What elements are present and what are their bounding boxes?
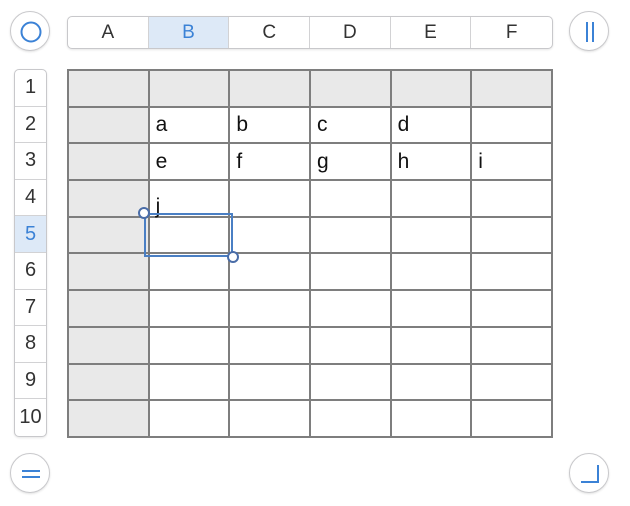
equals-icon — [22, 470, 40, 478]
cell-b1[interactable] — [147, 69, 231, 108]
cell-f1[interactable] — [470, 69, 553, 108]
table-row: a b c d — [67, 105, 553, 145]
column-header-a[interactable]: A — [68, 17, 149, 48]
row-header-8[interactable]: 8 — [15, 326, 46, 363]
row-header-2[interactable]: 2 — [15, 107, 46, 144]
table-row: e f g h i — [67, 142, 553, 182]
column-header-f[interactable]: F — [471, 17, 552, 48]
cell-a3[interactable] — [67, 142, 150, 182]
cell-b3[interactable]: e — [147, 142, 231, 182]
cell-d10[interactable] — [308, 399, 392, 438]
table-row — [67, 325, 553, 365]
cell-e9[interactable] — [389, 362, 473, 402]
cell-e3[interactable]: h — [389, 142, 473, 182]
cell-f2[interactable] — [470, 105, 553, 145]
row-header-7[interactable]: 7 — [15, 290, 46, 327]
cell-c1[interactable] — [228, 69, 311, 108]
circle-button[interactable] — [10, 11, 50, 51]
cell-d8[interactable] — [308, 325, 392, 365]
cell-selection[interactable] — [144, 213, 233, 257]
row-header-4[interactable]: 4 — [15, 180, 46, 217]
cell-d2[interactable]: c — [308, 105, 392, 145]
cell-f4[interactable] — [470, 179, 553, 218]
cell-a7[interactable] — [67, 289, 150, 328]
pause-button[interactable] — [569, 11, 609, 51]
cell-f6[interactable] — [470, 252, 553, 292]
cell-f8[interactable] — [470, 325, 553, 365]
cell-f9[interactable] — [470, 362, 553, 402]
cell-f5[interactable] — [470, 215, 553, 255]
cell-f7[interactable] — [470, 289, 553, 328]
cell-a2[interactable] — [67, 105, 150, 145]
corner-icon — [581, 465, 599, 483]
cell-c6[interactable] — [228, 252, 311, 292]
cell-a4[interactable] — [67, 179, 150, 218]
cell-a9[interactable] — [67, 362, 150, 402]
table-row — [67, 362, 553, 402]
column-header-b[interactable]: B — [148, 17, 230, 48]
table-row — [67, 252, 553, 292]
cell-e10[interactable] — [389, 399, 473, 438]
cell-a8[interactable] — [67, 325, 150, 365]
row-header-6[interactable]: 6 — [15, 253, 46, 290]
cell-e1[interactable] — [389, 69, 473, 108]
row-header-5[interactable]: 5 — [15, 216, 46, 253]
row-header-3[interactable]: 3 — [15, 143, 46, 180]
cell-f10[interactable] — [470, 399, 553, 438]
row-header-bar: 1 2 3 4 5 6 7 8 9 10 — [14, 69, 47, 437]
cell-e7[interactable] — [389, 289, 473, 328]
cell-c10[interactable] — [228, 399, 311, 438]
cell-d7[interactable] — [308, 289, 392, 328]
cell-b2[interactable]: a — [147, 105, 231, 145]
cell-b4[interactable]: j — [147, 179, 231, 218]
table-row — [67, 399, 553, 438]
row-header-9[interactable]: 9 — [15, 363, 46, 400]
cell-d6[interactable] — [308, 252, 392, 292]
table-row — [67, 215, 553, 255]
selection-handle-top-left[interactable] — [138, 207, 150, 219]
cell-b7[interactable] — [147, 289, 231, 328]
corner-button[interactable] — [569, 453, 609, 493]
column-header-bar: A B C D E F — [67, 16, 553, 49]
cell-f3[interactable]: i — [470, 142, 553, 182]
cell-b8[interactable] — [147, 325, 231, 365]
cell-d3[interactable]: g — [308, 142, 392, 182]
spreadsheet-grid: a b c d e f g h i j — [67, 69, 553, 438]
circle-icon — [20, 21, 42, 43]
cell-c2[interactable]: b — [228, 105, 311, 145]
row-header-1[interactable]: 1 — [15, 70, 46, 107]
equals-button[interactable] — [10, 453, 50, 493]
cell-c9[interactable] — [228, 362, 311, 402]
cell-c4[interactable] — [228, 179, 311, 218]
cell-e5[interactable] — [389, 215, 473, 255]
selection-handle-bottom-right[interactable] — [227, 251, 239, 263]
cell-d1[interactable] — [308, 69, 392, 108]
cell-c5[interactable] — [228, 215, 311, 255]
cell-c7[interactable] — [228, 289, 311, 328]
row-header-10[interactable]: 10 — [15, 399, 46, 436]
cell-e4[interactable] — [389, 179, 473, 218]
cell-c3[interactable]: f — [228, 142, 311, 182]
cell-b6[interactable] — [147, 252, 231, 292]
table-row — [67, 289, 553, 328]
column-header-e[interactable]: E — [391, 17, 472, 48]
cell-d5[interactable] — [308, 215, 392, 255]
cell-c8[interactable] — [228, 325, 311, 365]
cell-d4[interactable] — [308, 179, 392, 218]
column-header-d[interactable]: D — [310, 17, 391, 48]
cell-e6[interactable] — [389, 252, 473, 292]
cell-a10[interactable] — [67, 399, 150, 438]
cell-a5[interactable] — [67, 215, 150, 255]
cell-e2[interactable]: d — [389, 105, 473, 145]
cell-b10[interactable] — [147, 399, 231, 438]
cell-d9[interactable] — [308, 362, 392, 402]
cell-b9[interactable] — [147, 362, 231, 402]
cell-a6[interactable] — [67, 252, 150, 292]
column-header-c[interactable]: C — [229, 17, 311, 48]
cell-a1[interactable] — [67, 69, 150, 108]
table-row — [67, 69, 553, 108]
pause-icon — [586, 22, 594, 42]
cell-e8[interactable] — [389, 325, 473, 365]
